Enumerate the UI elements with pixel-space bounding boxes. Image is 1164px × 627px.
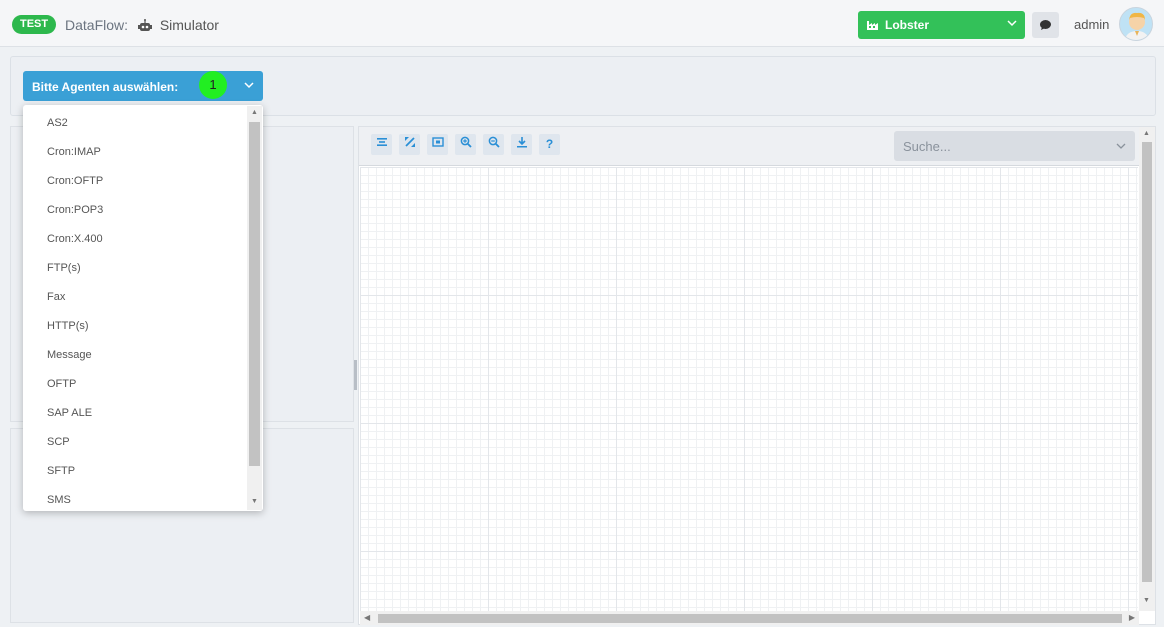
agent-option[interactable]: Cron:IMAP	[23, 138, 247, 167]
agent-select-label: Bitte Agenten auswählen:	[32, 80, 179, 94]
agent-option[interactable]: HTTP(s)	[23, 312, 247, 341]
agent-option[interactable]: SFTP	[23, 457, 247, 486]
scrollbar-thumb[interactable]	[1142, 142, 1152, 582]
chevron-down-icon	[1007, 17, 1017, 31]
agent-option[interactable]: SCP	[23, 428, 247, 457]
scroll-down-icon[interactable]: ▼	[251, 498, 258, 505]
chat-button[interactable]	[1032, 12, 1059, 38]
avatar[interactable]	[1119, 7, 1153, 41]
tenant-select[interactable]: Lobster	[858, 11, 1025, 39]
zoom-in-icon	[460, 136, 472, 148]
step-marker: 1	[199, 71, 227, 99]
canvas-vertical-scrollbar[interactable]: ▲ ▼	[1139, 127, 1155, 611]
scroll-left-icon[interactable]: ◀	[364, 613, 370, 622]
scroll-right-icon[interactable]: ▶	[1129, 613, 1135, 622]
download-icon	[516, 137, 527, 148]
diagram-canvas[interactable]	[360, 167, 1138, 611]
agent-option[interactable]: Cron:X.400	[23, 225, 247, 254]
page-title: Simulator	[159, 17, 219, 33]
agent-option[interactable]: Message	[23, 341, 247, 370]
user-name[interactable]: admin	[1074, 17, 1109, 32]
agent-option[interactable]: SMS	[23, 486, 247, 511]
fit-icon	[431, 137, 444, 147]
scrollbar-thumb[interactable]	[249, 122, 260, 466]
agent-option[interactable]: SAP ALE	[23, 399, 247, 428]
download-button[interactable]	[511, 134, 532, 155]
zoom-out-button[interactable]	[483, 134, 504, 155]
factory-icon	[867, 19, 880, 33]
scrollbar-thumb[interactable]	[378, 614, 1122, 623]
env-badge: TEST	[12, 15, 57, 34]
zoom-out-icon	[488, 136, 500, 148]
zoom-in-button[interactable]	[455, 134, 476, 155]
search-select[interactable]: Suche...	[894, 131, 1135, 161]
app-name: DataFlow:	[65, 17, 129, 33]
fullscreen-button[interactable]	[399, 134, 420, 155]
help-button[interactable]: ?	[539, 134, 560, 155]
fit-button[interactable]	[427, 134, 448, 155]
splitter-handle[interactable]	[354, 360, 357, 390]
canvas-horizontal-scrollbar[interactable]: ◀ ▶	[360, 611, 1139, 625]
chevron-down-icon	[244, 79, 254, 93]
breadcrumb: DataFlow: Simulator	[65, 17, 219, 35]
scroll-up-icon[interactable]: ▲	[251, 109, 258, 116]
chat-icon	[1040, 20, 1051, 30]
robot-icon	[137, 19, 152, 35]
agent-option[interactable]: Cron:OFTP	[23, 167, 247, 196]
scroll-down-icon[interactable]: ▼	[1143, 597, 1150, 604]
chevron-down-icon	[1116, 139, 1126, 154]
agent-option[interactable]: AS2	[23, 109, 247, 138]
agent-option[interactable]: Fax	[23, 283, 247, 312]
align-icon	[376, 138, 387, 146]
tenant-name: Lobster	[885, 18, 930, 32]
align-button[interactable]	[371, 134, 392, 155]
agent-option[interactable]: OFTP	[23, 370, 247, 399]
header: TEST DataFlow: Simulator Lobster admin	[0, 0, 1164, 47]
agent-select[interactable]: Bitte Agenten auswählen:	[23, 71, 263, 101]
agent-option[interactable]: FTP(s)	[23, 254, 247, 283]
dropdown-scrollbar[interactable]: ▲ ▼	[247, 106, 262, 510]
scroll-up-icon[interactable]: ▲	[1143, 130, 1150, 137]
agent-dropdown-list: AS2 Cron:IMAP Cron:OFTP Cron:POP3 Cron:X.400…	[23, 105, 263, 511]
fullscreen-icon	[404, 137, 415, 147]
agent-option[interactable]: Cron:POP3	[23, 196, 247, 225]
search-placeholder: Suche...	[903, 139, 951, 154]
